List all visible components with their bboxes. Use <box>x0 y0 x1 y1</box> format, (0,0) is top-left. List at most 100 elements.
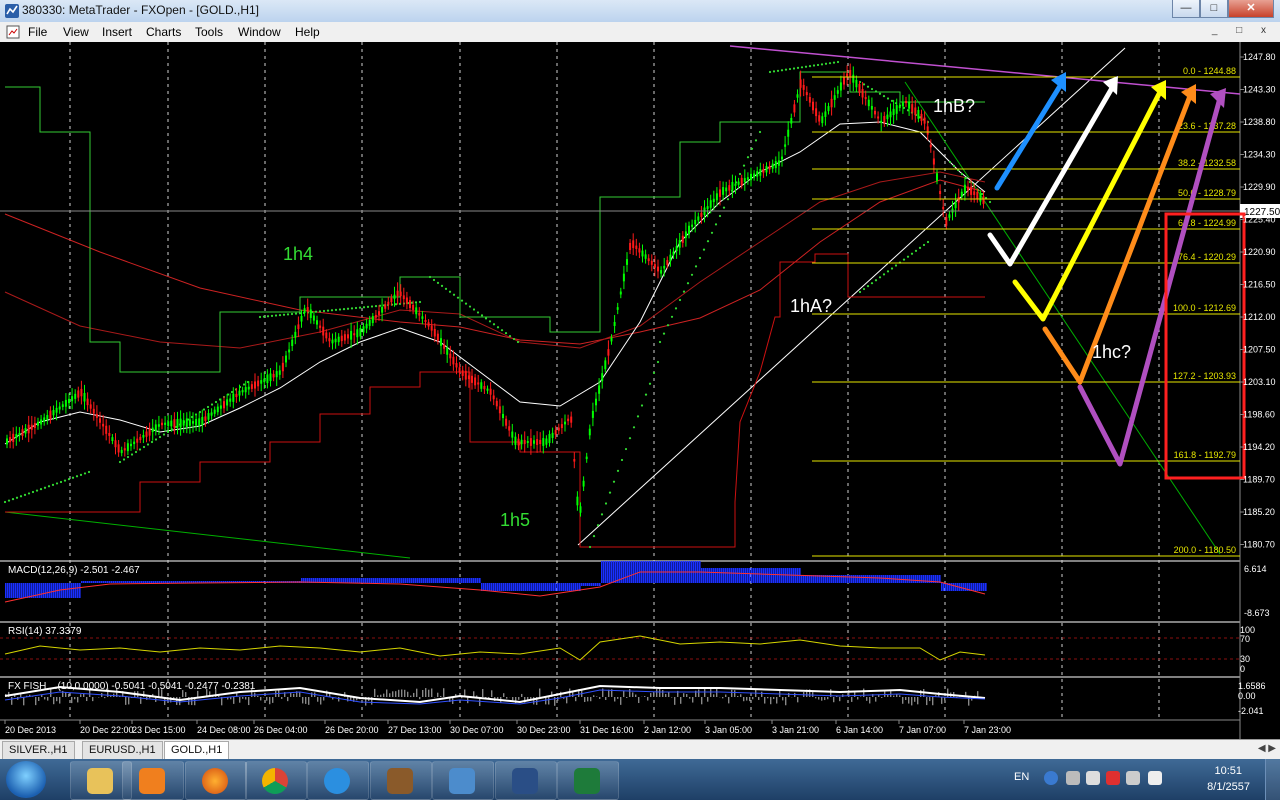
tab-scroll-arrows[interactable]: ◀ ▶ <box>1258 743 1276 754</box>
sar-dot <box>746 156 750 159</box>
candle-body <box>297 324 300 330</box>
alert-icon[interactable] <box>1106 771 1120 785</box>
tab-eurusd[interactable]: EURUSD.,H1 <box>82 741 163 760</box>
macd-bar <box>371 578 373 583</box>
fisher-bar <box>626 697 628 698</box>
macd-bar <box>95 581 97 583</box>
candle-body <box>179 418 182 428</box>
start-button[interactable] <box>6 761 46 798</box>
taskbar-app-panel[interactable] <box>432 761 494 800</box>
sar-dot <box>150 440 154 444</box>
candle-body <box>182 420 185 426</box>
taskbar-ie[interactable] <box>307 761 369 800</box>
menu-view[interactable]: View <box>63 25 89 39</box>
menu-tools[interactable]: Tools <box>195 25 223 39</box>
sar-dot <box>374 305 378 308</box>
expand-tray-icon[interactable] <box>1086 771 1100 785</box>
fisher-bar <box>392 691 394 697</box>
sar-dot <box>640 404 644 407</box>
menu-charts[interactable]: Charts <box>146 25 181 39</box>
taskbar-app-bird[interactable] <box>370 761 432 800</box>
sar-dot <box>788 67 792 71</box>
fisher-bar <box>320 697 322 705</box>
macd-bar <box>873 575 875 583</box>
mdi-window-controls[interactable]: _ □ x <box>1212 25 1274 36</box>
candle-body <box>629 242 632 251</box>
macd-bar <box>177 581 179 583</box>
candle-body <box>229 398 232 402</box>
macd-bar <box>637 561 639 583</box>
macd-bar <box>975 583 977 591</box>
candle-body <box>722 187 725 195</box>
time-axis-label: 7 Jan 23:00 <box>964 725 1011 735</box>
fisher-bar <box>731 689 733 697</box>
sar-dot <box>772 70 776 73</box>
price-chart[interactable]: 0.0 - 1244.88 23.6 - 1237.28 38.2 - 1232.5… <box>0 42 1280 739</box>
taskbar-chrome[interactable] <box>245 761 307 800</box>
fisher-bar <box>857 697 859 700</box>
help-icon[interactable] <box>1044 771 1058 785</box>
candle-body <box>154 424 157 431</box>
taskbar-excel[interactable] <box>557 761 619 800</box>
macd-bar <box>119 581 121 583</box>
sar-dot <box>882 95 886 98</box>
sar-dot <box>652 371 656 374</box>
candle-body <box>750 173 752 181</box>
time-axis-label: 20 Dec 2013 <box>5 725 56 735</box>
macd-bar <box>373 578 375 583</box>
fisher-bar <box>398 689 400 697</box>
macd-bar <box>429 578 431 583</box>
candle-body <box>920 113 923 122</box>
macd-bar <box>741 568 743 583</box>
macd-bar <box>591 583 593 586</box>
close-button[interactable]: ✕ <box>1228 0 1274 18</box>
candle-body <box>399 291 402 297</box>
macd-bar <box>473 578 475 583</box>
macd-bar <box>9 583 11 598</box>
language-indicator[interactable]: EN <box>1014 771 1029 783</box>
macd-bar <box>37 583 39 598</box>
macd-bar <box>575 583 577 591</box>
clock-date[interactable]: 8/1/2557 <box>1207 781 1250 793</box>
minimize-button[interactable]: — <box>1172 0 1200 18</box>
show-desktop-button[interactable] <box>1265 759 1280 800</box>
volume-icon[interactable] <box>1148 771 1162 785</box>
candle-body <box>52 409 55 416</box>
taskbar-metatrader[interactable] <box>495 761 557 800</box>
candle-body <box>6 438 8 445</box>
fisher-axis-bottom: -2.041 <box>1238 706 1264 716</box>
menu-file[interactable]: File <box>28 25 47 39</box>
macd-bar <box>985 583 987 591</box>
taskbar-media-player[interactable] <box>122 761 184 800</box>
menu-insert[interactable]: Insert <box>102 25 132 39</box>
menu-help[interactable]: Help <box>295 25 320 39</box>
clock-time[interactable]: 10:51 <box>1214 765 1242 777</box>
tab-gold[interactable]: GOLD.,H1 <box>164 741 230 760</box>
settings-icon[interactable] <box>1066 771 1080 785</box>
wave-label-1ha: 1hA? <box>790 296 832 316</box>
macd-bar <box>535 583 537 591</box>
candle-body <box>161 422 163 426</box>
fisher-bar <box>752 697 754 700</box>
candle-body <box>867 99 870 107</box>
sar-dot <box>686 282 690 285</box>
network-icon[interactable] <box>1126 771 1140 785</box>
chart-document-icon[interactable] <box>6 25 20 39</box>
tab-silver[interactable]: SILVER.,H1 <box>2 741 75 760</box>
menu-window[interactable]: Window <box>238 25 281 39</box>
macd-bar <box>361 578 363 583</box>
macd-bar <box>905 575 907 583</box>
fisher-label: FX FISH ...(10,0.0000) -0.5041 -0.5041 -… <box>8 681 256 692</box>
taskbar-firefox[interactable] <box>185 761 247 800</box>
maximize-button[interactable]: □ <box>1200 0 1228 18</box>
candle-body <box>24 428 27 434</box>
candle-body <box>874 110 876 115</box>
macd-bar <box>435 578 437 583</box>
macd-bar <box>587 583 589 586</box>
candle-body <box>378 311 380 315</box>
fisher-bar <box>908 697 910 704</box>
candle-body <box>765 166 768 173</box>
candle-body <box>219 405 222 409</box>
macd-bar <box>91 581 93 583</box>
candle-body <box>37 421 39 426</box>
